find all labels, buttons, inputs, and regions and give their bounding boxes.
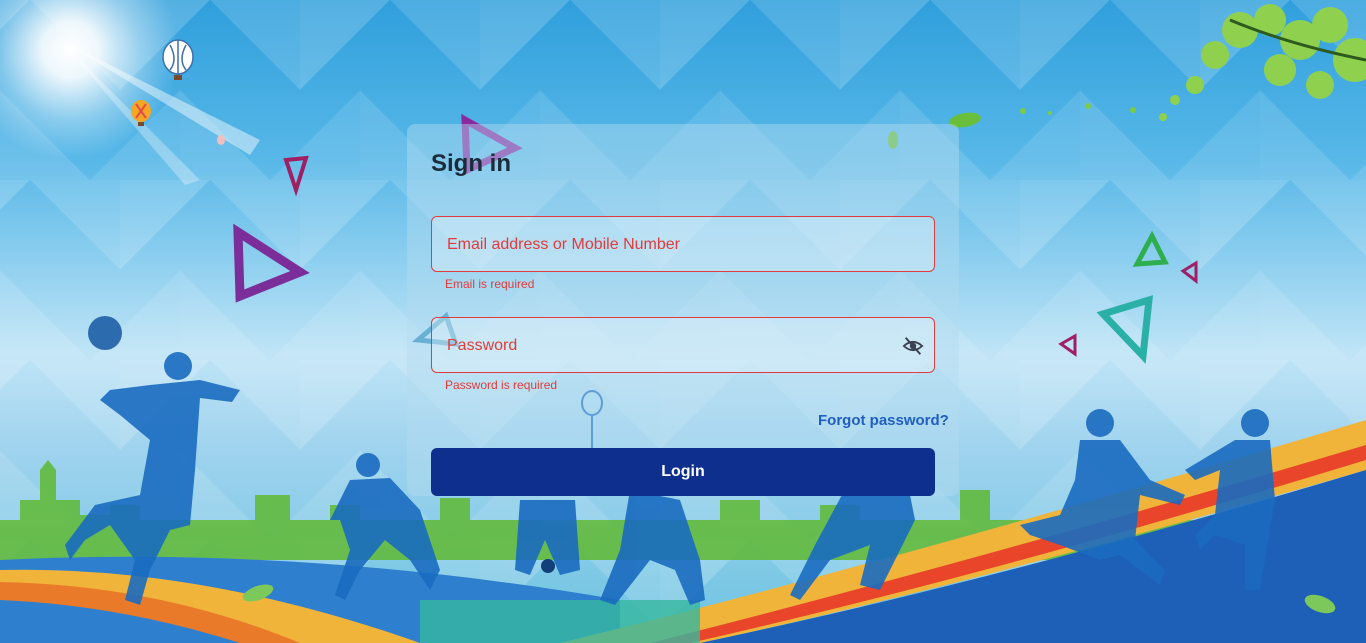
forgot-password-link[interactable]: Forgot password? (818, 412, 949, 429)
password-error: Password is required (445, 378, 558, 392)
login-button[interactable]: Login (431, 448, 935, 496)
password-field[interactable] (431, 317, 935, 374)
email-error: Email is required (445, 277, 535, 291)
email-field[interactable] (431, 216, 935, 273)
balloon-tiny (217, 135, 225, 145)
balloon-large (162, 39, 194, 80)
eye-off-icon[interactable] (902, 335, 924, 357)
email-input[interactable] (445, 217, 889, 273)
password-input[interactable] (445, 318, 889, 374)
signin-title: Sign in (431, 150, 511, 177)
tree-leaves (1159, 4, 1366, 121)
signin-card (407, 124, 959, 496)
